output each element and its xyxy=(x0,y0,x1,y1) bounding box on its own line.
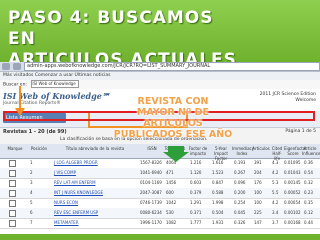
arrow-to-articulos-stem xyxy=(168,146,184,152)
arrow-to-articulos-icon xyxy=(163,152,189,162)
bottom-band xyxy=(0,234,320,240)
callout-line-3: PUBLICADOS ESE AÑO xyxy=(113,129,233,140)
callout-text: REVISTA CON MAYOR Nº DE ARTICULOS PUBLIC… xyxy=(108,96,238,140)
callout-line-2: MAYOR Nº DE ARTICULOS xyxy=(136,107,210,129)
arrow-to-posicion-icon xyxy=(15,108,25,116)
callout-line-1: REVISTA CON xyxy=(137,96,209,107)
